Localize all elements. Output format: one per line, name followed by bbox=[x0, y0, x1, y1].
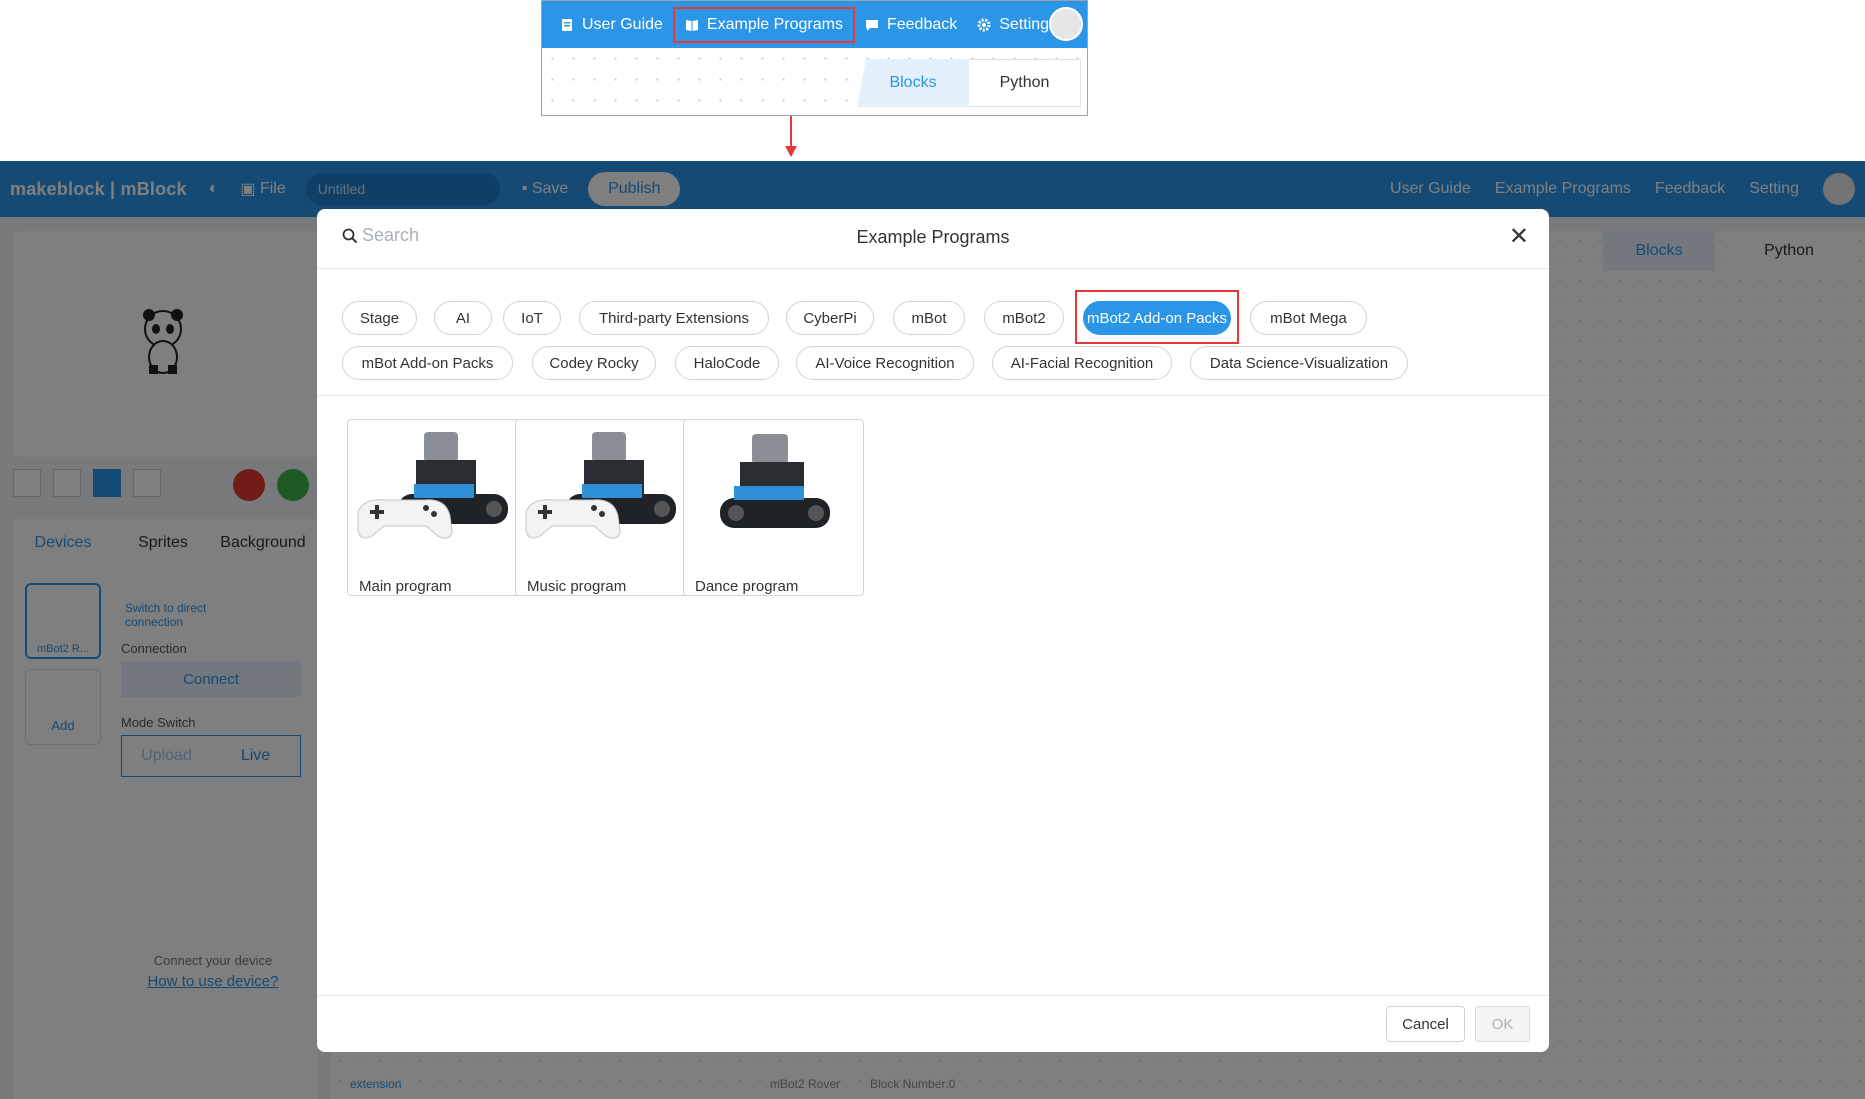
toolbar-callout: User Guide Example Programs Feedback Set… bbox=[541, 0, 1088, 116]
chat-icon bbox=[865, 19, 878, 31]
robot-gamepad-image bbox=[525, 432, 676, 539]
example-programs-menu[interactable]: Example Programs bbox=[672, 6, 855, 43]
tab-python[interactable]: Python bbox=[969, 59, 1081, 107]
cancel-button[interactable]: Cancel bbox=[1386, 1006, 1465, 1042]
tab-blocks[interactable]: Blocks bbox=[857, 59, 969, 107]
footer-divider bbox=[317, 995, 1549, 996]
category-chip[interactable]: Third-party Extensions bbox=[579, 301, 769, 335]
program-card[interactable]: Dance program bbox=[683, 419, 864, 596]
setting-menu[interactable]: Setting bbox=[967, 7, 1059, 43]
category-chip[interactable]: Data Science-Visualization bbox=[1190, 346, 1408, 380]
category-chip[interactable]: AI bbox=[434, 301, 492, 335]
category-chip[interactable]: mBot bbox=[893, 301, 965, 335]
callout-tabs: Blocks Python bbox=[857, 59, 1081, 107]
user-guide-menu[interactable]: User Guide bbox=[550, 7, 673, 43]
category-chip[interactable]: AI-Voice Recognition bbox=[796, 346, 974, 380]
book-icon bbox=[562, 18, 572, 31]
category-chip[interactable]: IoT bbox=[503, 301, 561, 335]
program-card[interactable]: Music program bbox=[515, 419, 696, 596]
open-book-icon bbox=[685, 19, 698, 31]
ok-button[interactable]: OK bbox=[1475, 1006, 1530, 1042]
dialog-title: Example Programs bbox=[856, 227, 1010, 247]
avatar[interactable] bbox=[1049, 7, 1083, 41]
gear-icon bbox=[977, 18, 991, 31]
category-chip[interactable]: CyberPi bbox=[786, 301, 874, 335]
program-label: Main program bbox=[359, 578, 452, 595]
divider bbox=[317, 395, 1549, 396]
category-chip[interactable]: mBot Add-on Packs bbox=[342, 346, 513, 380]
category-chip[interactable]: AI-Facial Recognition bbox=[992, 346, 1172, 380]
category-chip[interactable]: Stage bbox=[342, 301, 417, 335]
category-chip[interactable]: HaloCode bbox=[675, 346, 779, 380]
example-programs-label: Example Programs bbox=[706, 15, 843, 33]
robot-gamepad-image bbox=[357, 432, 508, 539]
program-label: Music program bbox=[527, 578, 627, 595]
category-chip[interactable]: mBot2 bbox=[984, 301, 1064, 335]
callout-menu-bar: User Guide Example Programs Feedback Set… bbox=[542, 1, 1087, 48]
feedback-menu[interactable]: Feedback bbox=[855, 7, 967, 43]
user-guide-label: User Guide bbox=[582, 15, 663, 33]
category-chip[interactable]: Codey Rocky bbox=[532, 346, 656, 380]
setting-label: Setting bbox=[999, 15, 1050, 33]
down-arrow-icon bbox=[785, 116, 797, 157]
program-card[interactable]: Main program bbox=[347, 419, 528, 596]
robot-image bbox=[720, 434, 830, 528]
example-programs-dialog: Search Example Programs ✕ Stage AI IoT T… bbox=[317, 209, 1549, 1052]
category-chip-active[interactable]: mBot2 Add-on Packs bbox=[1083, 301, 1231, 335]
program-label: Dance program bbox=[695, 578, 799, 595]
close-icon[interactable]: ✕ bbox=[1509, 225, 1529, 249]
category-chip[interactable]: mBot Mega bbox=[1250, 301, 1367, 335]
feedback-label: Feedback bbox=[886, 15, 958, 33]
